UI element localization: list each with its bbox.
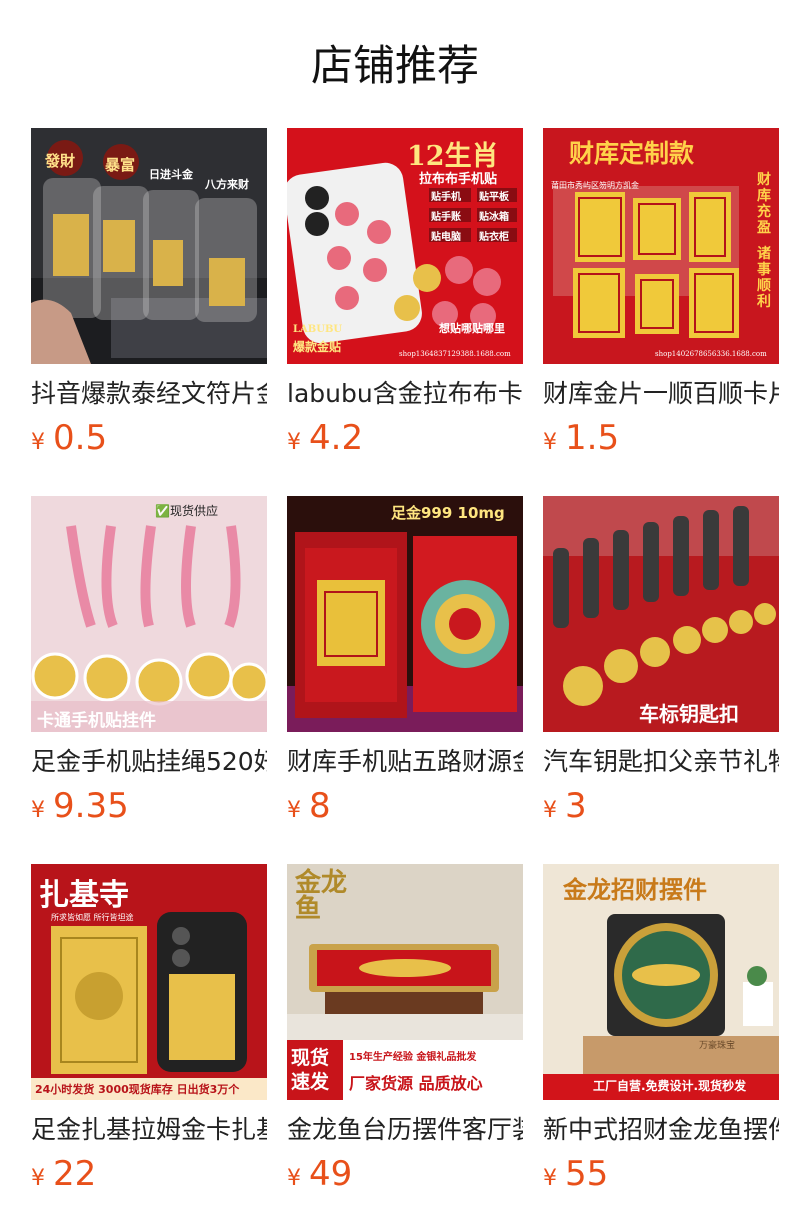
currency-symbol: ¥ (287, 798, 301, 823)
recommend-page: 店铺推荐 發財 暴富 日进斗金 八方来财 抖音爆款泰经文符片 ¥ 0.5 12生… (0, 0, 790, 1232)
image-label: 八方来财 (205, 178, 249, 191)
product-image[interactable] (31, 496, 267, 732)
image-label: 想贴哪贴哪里 (439, 322, 505, 335)
product-card[interactable]: 扎基寺 所求皆如愿 所行皆坦途 24小时发货 3000现货库存 日出货3万个 足… (31, 864, 267, 1232)
product-price: ¥55 (543, 1154, 608, 1194)
image-label: 厂家货源 品质放心 (349, 1074, 483, 1093)
product-price: ¥1.5 (543, 418, 619, 458)
image-label: 發財 (45, 152, 76, 170)
currency-symbol: ¥ (31, 430, 45, 455)
image-label: shop1364837129388.1688.com (399, 350, 511, 358)
product-price: ¥4.2 (287, 418, 363, 458)
price-value: 4.2 (309, 418, 364, 458)
image-label: 金龙招财摆件 (563, 875, 707, 904)
product-card[interactable]: 财库定制款 财库充盈 诸事顺利 莆田市秀屿区笏明方凯金 shop14026786… (543, 128, 779, 496)
product-card[interactable]: 發財 暴富 日进斗金 八方来财 抖音爆款泰经文符片金卡 ¥0.5 (31, 128, 267, 496)
image-label: 扎基寺 (39, 878, 129, 913)
currency-symbol: ¥ (31, 1166, 45, 1191)
product-name[interactable]: 抖音爆款泰经文符片金卡 (31, 376, 267, 412)
product-card[interactable]: 足金999 10mg 财库手机贴五路财源金卡 ¥8 (287, 496, 523, 864)
product-price: ¥9.35 (31, 786, 129, 826)
image-label: ✅现货供应 (155, 504, 218, 518)
image-label: 所求皆如愿 所行皆坦途 (51, 913, 134, 922)
product-name[interactable]: 金龙鱼台历摆件客厅装饰 (287, 1112, 523, 1148)
image-label: 现货速发 (291, 1047, 330, 1093)
price-value: 9.35 (53, 786, 129, 826)
image-label: 工厂自营.免费设计.现货秒发 (593, 1079, 747, 1093)
currency-symbol: ¥ (287, 430, 301, 455)
product-card[interactable]: 金龙鱼 现货速发 15年生产经验 金银礼品批发 厂家货源 品质放心 金龙鱼台历摆… (287, 864, 523, 1232)
price-value: 22 (53, 1154, 97, 1194)
currency-symbol: ¥ (543, 798, 557, 823)
product-name[interactable]: 新中式招财金龙鱼摆件 (543, 1112, 779, 1148)
image-label: 爆款金贴 (293, 340, 342, 354)
image-label: 诸事顺利 (757, 246, 771, 310)
image-label: 财库充盈 (757, 172, 771, 236)
product-price: ¥22 (31, 1154, 96, 1194)
product-card[interactable]: 车标钥匙扣 汽车钥匙扣父亲节礼物 ¥3 (543, 496, 779, 864)
price-value: 55 (565, 1154, 609, 1194)
image-label: 贴手账 (431, 212, 461, 223)
currency-symbol: ¥ (543, 430, 557, 455)
product-grid: 發財 暴富 日进斗金 八方来财 抖音爆款泰经文符片金卡 ¥0.5 (31, 128, 779, 1232)
product-name[interactable]: 财库金片一顺百顺卡片 (543, 376, 779, 412)
product-name[interactable]: 足金扎基拉姆金卡扎基寺 (31, 1112, 267, 1148)
product-price: ¥0.5 (31, 418, 107, 458)
image-label: 贴冰箱 (479, 212, 509, 223)
image-label: 万豪珠宝 (699, 1041, 736, 1051)
section-title: 店铺推荐 (310, 41, 479, 90)
product-image[interactable] (543, 496, 779, 732)
image-label: 金龙鱼 (295, 868, 348, 924)
image-label: 拉布布手机贴 (419, 172, 498, 187)
price-value: 8 (309, 786, 331, 826)
product-card[interactable]: ✅现货供应 卡通手机贴挂件 足金手机贴挂绳520好礼 ¥9.35 (31, 496, 267, 864)
image-label: 车标钥匙扣 (639, 702, 739, 726)
product-name[interactable]: 财库手机贴五路财源金卡 (287, 744, 523, 780)
currency-symbol: ¥ (31, 798, 45, 823)
image-label: 暴富 (105, 156, 136, 174)
currency-symbol: ¥ (543, 1166, 557, 1191)
image-label: 24小时发货 3000现货库存 日出货3万个 (35, 1083, 240, 1096)
price-value: 49 (309, 1154, 353, 1194)
image-label: 财库定制款 (569, 139, 695, 168)
price-value: 0.5 (53, 418, 108, 458)
image-label: 日进斗金 (149, 168, 193, 181)
image-label: LABUBU (293, 324, 343, 335)
image-label: 15年生产经验 金银礼品批发 (349, 1052, 477, 1063)
currency-symbol: ¥ (287, 1166, 301, 1191)
product-price: ¥8 (287, 786, 331, 826)
image-label: 卡通手机贴挂件 (37, 711, 156, 731)
image-label: 足金999 10mg (391, 504, 505, 522)
image-label: 莆田市秀屿区笏明方凯金 (551, 181, 639, 190)
price-value: 3 (565, 786, 587, 826)
product-card[interactable]: 金龙招财摆件 万豪珠宝 工厂自营.免费设计.现货秒发 新中式招财金龙鱼摆件 ¥5… (543, 864, 779, 1232)
product-name[interactable]: labubu含金拉布布卡贴 (287, 376, 523, 412)
product-price: ¥3 (543, 786, 587, 826)
image-label: 贴衣柜 (479, 232, 509, 243)
price-value: 1.5 (565, 418, 620, 458)
product-name[interactable]: 足金手机贴挂绳520好礼 (31, 744, 267, 780)
image-label: shop1402678656336.1688.com (655, 350, 767, 358)
image-label: 贴电脑 (431, 232, 461, 243)
product-card[interactable]: 12生肖 拉布布手机贴 贴手机 贴平板 贴手账 贴冰箱 贴电脑 贴衣柜 LABU… (287, 128, 523, 496)
product-image[interactable] (287, 496, 523, 732)
image-label: 贴平板 (479, 192, 509, 203)
product-price: ¥49 (287, 1154, 352, 1194)
product-name[interactable]: 汽车钥匙扣父亲节礼物 (543, 744, 779, 780)
image-label: 贴手机 (431, 192, 461, 203)
